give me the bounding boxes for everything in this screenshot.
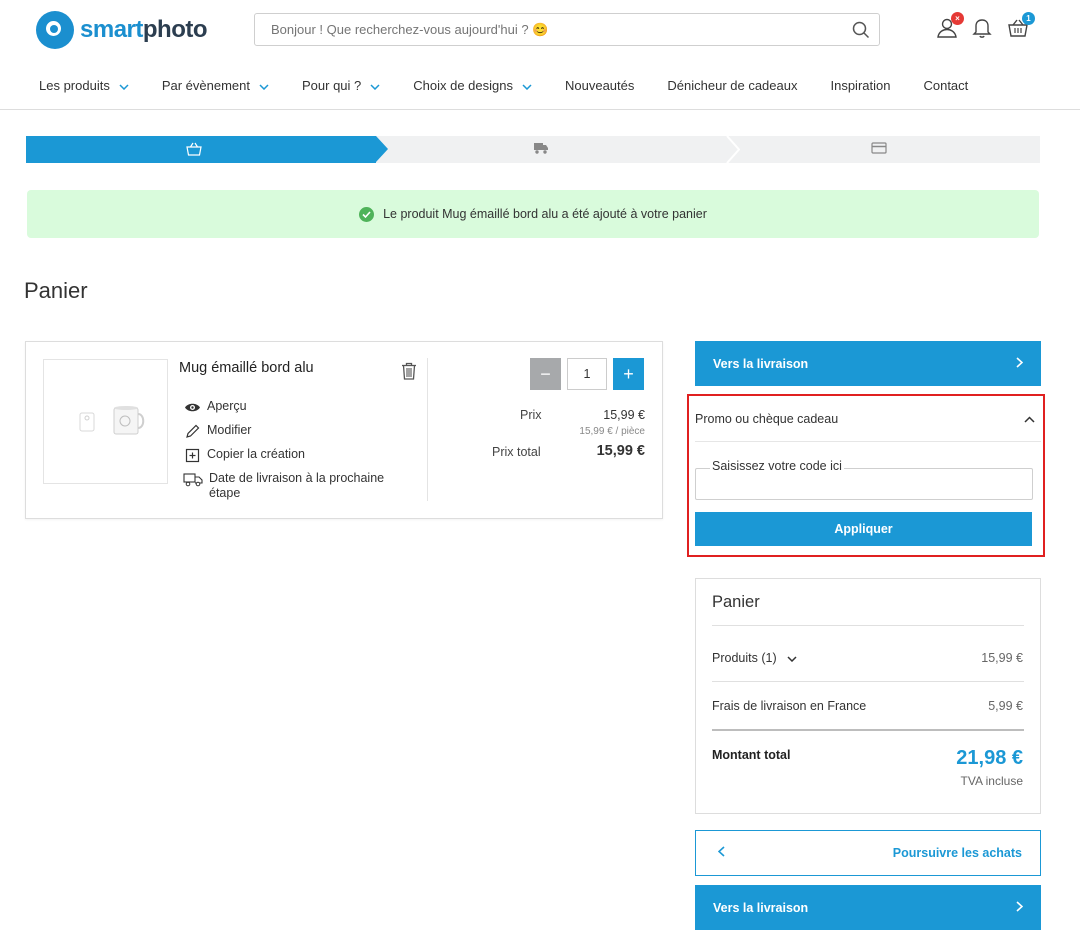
chevron-down-icon	[370, 78, 380, 93]
bell-icon[interactable]	[972, 17, 994, 39]
cart-icon[interactable]: 1	[1007, 12, 1035, 39]
total-price-label: Prix total	[492, 445, 541, 459]
nav-item-label: Par évènement	[161, 78, 250, 93]
promo-toggle[interactable]: Promo ou chèque cadeau	[695, 396, 1041, 442]
nav-item-events[interactable]: Par évènement	[162, 78, 269, 93]
apply-promo-button[interactable]: Appliquer	[695, 512, 1032, 546]
logo-icon	[36, 11, 74, 49]
smartphoto-logo[interactable]: smartphoto	[36, 11, 208, 49]
nav-item-label: Nouveautés	[565, 78, 635, 93]
search-input[interactable]	[271, 22, 843, 37]
summary-title: Panier	[712, 593, 760, 611]
delivery-date-info: Date de livraison à la prochaine étape	[183, 471, 394, 501]
cart-summary: Panier Produits (1) 15,99 € Frais de liv…	[695, 578, 1041, 814]
checkout-stepper	[26, 136, 1040, 163]
basket-icon	[186, 141, 202, 160]
product-thumbnail[interactable]	[43, 359, 168, 484]
promo-title: Promo ou chèque cadeau	[695, 411, 839, 426]
price-label: Prix	[520, 408, 542, 422]
chevron-down-icon	[119, 78, 129, 93]
total-price-value: 15,99 €	[596, 443, 645, 459]
tax-note: TVA incluse	[960, 774, 1023, 788]
check-circle-icon	[359, 206, 375, 222]
nav-item-label: Choix de designs	[413, 78, 513, 93]
decrease-quantity-button[interactable]: −	[530, 358, 561, 390]
chevron-right-icon	[1016, 900, 1024, 915]
nav-item-inspiration[interactable]: Inspiration	[830, 78, 890, 93]
price-value: 15,99 €	[603, 408, 645, 422]
page-title: Panier	[24, 278, 88, 303]
promo-code-panel: Promo ou chèque cadeau Saisissez votre c…	[687, 394, 1045, 557]
promo-code-input[interactable]	[696, 469, 1032, 499]
nav-item-label: Les produits	[39, 78, 110, 93]
nav-item-products[interactable]: Les produits	[39, 78, 129, 93]
chevron-down-icon	[259, 78, 269, 93]
to-delivery-button[interactable]: Vers la livraison	[695, 341, 1041, 386]
increase-quantity-button[interactable]: +	[613, 358, 644, 390]
nav-item-designs[interactable]: Choix de designs	[413, 78, 532, 93]
site-header: smartphoto × 1 Les produits Par évènemen…	[0, 0, 1080, 110]
item-actions: Aperçu Modifier Copier la création Date …	[183, 399, 394, 509]
cart-count-badge: 1	[1022, 12, 1035, 25]
added-to-cart-alert: Le produit Mug émaillé bord alu a été aj…	[27, 190, 1039, 238]
chevron-down-icon	[522, 78, 532, 93]
shipping-value: 5,99 €	[988, 699, 1023, 713]
chevron-up-icon	[1024, 412, 1035, 426]
nav-item-contact[interactable]: Contact	[923, 78, 968, 93]
shipping-label: Frais de livraison en France	[712, 699, 867, 713]
nav-item-for-whom[interactable]: Pour qui ?	[302, 78, 380, 93]
alert-message: Le produit Mug émaillé bord alu a été aj…	[383, 207, 707, 221]
chevron-down-icon	[787, 651, 797, 665]
trash-icon[interactable]	[401, 362, 417, 383]
nav-item-label: Dénicheur de cadeaux	[667, 78, 798, 93]
products-value: 15,99 €	[981, 651, 1023, 665]
preview-link[interactable]: Aperçu	[183, 399, 394, 415]
quantity-stepper: − 1 +	[530, 358, 644, 390]
search-bar[interactable]	[254, 13, 880, 46]
nav-item-label: Pour qui ?	[302, 78, 362, 93]
product-name[interactable]: Mug émaillé bord alu	[179, 360, 314, 376]
copy-creation-link[interactable]: Copier la création	[183, 447, 394, 463]
nav-item-gift-finder[interactable]: Dénicheur de cadeaux	[667, 78, 797, 93]
eye-icon	[183, 399, 201, 415]
delivery-truck-icon	[183, 471, 203, 487]
total-label: Montant total	[712, 748, 791, 762]
unit-price: 15,99 € / pièce	[579, 426, 645, 437]
nav-item-label: Contact	[923, 78, 969, 93]
search-icon[interactable]	[843, 14, 879, 45]
delivery-truck-icon	[533, 141, 549, 158]
to-delivery-button-bottom[interactable]: Vers la livraison	[695, 885, 1041, 930]
account-icon[interactable]: ×	[936, 12, 964, 39]
chevron-right-icon	[1016, 356, 1024, 371]
credit-card-icon	[871, 141, 887, 158]
main-nav: Les produits Par évènement Pour qui ? Ch…	[39, 78, 1001, 93]
pencil-icon	[183, 423, 201, 439]
products-toggle[interactable]: Produits (1)	[712, 651, 797, 665]
continue-shopping-button[interactable]: Poursuivre les achats	[695, 830, 1041, 876]
nav-item-new[interactable]: Nouveautés	[565, 78, 634, 93]
cart-item: Mug émaillé bord alu Aperçu Modifier Cop…	[25, 341, 663, 519]
quantity-input[interactable]: 1	[567, 358, 607, 390]
total-value: 21,98 €	[956, 747, 1023, 769]
promo-input-label: Saisissez votre code ici	[710, 459, 844, 473]
copy-icon	[183, 447, 201, 463]
account-status-badge: ×	[951, 12, 964, 25]
chevron-left-icon	[717, 846, 725, 860]
logo-wordmark: smartphoto	[80, 16, 208, 43]
nav-item-label: Inspiration	[830, 78, 891, 93]
edit-link[interactable]: Modifier	[183, 423, 394, 439]
